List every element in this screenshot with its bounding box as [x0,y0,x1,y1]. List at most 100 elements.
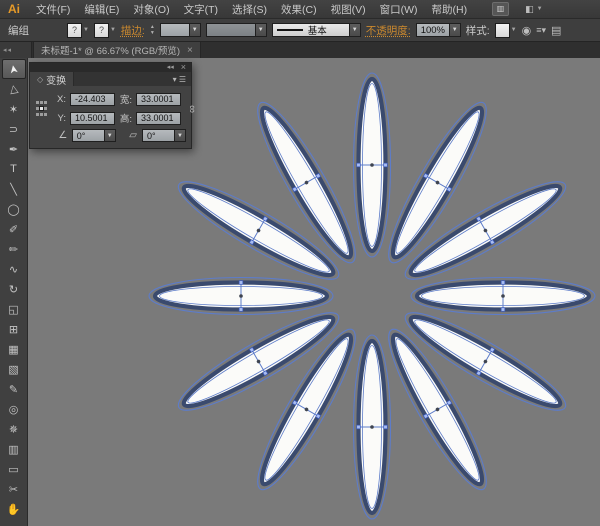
free-transform-tool[interactable]: ↻ [2,279,26,299]
menu-type[interactable]: 文字(T) [177,0,225,18]
rotate-angle-icon: ∠ [58,130,68,141]
menu-file[interactable]: 文件(F) [29,0,77,18]
opacity-panel-link[interactable]: 不透明度: [366,23,411,38]
chevron-down-icon[interactable]: ▼ [256,23,267,37]
menu-view[interactable]: 视图(V) [324,0,373,18]
petal[interactable] [149,278,333,315]
line-segment-tool[interactable]: ╲ [2,179,26,199]
petal[interactable] [354,335,391,519]
chevron-down-icon[interactable]: ▼ [350,23,361,37]
brush-stroke-preview [277,29,303,31]
opacity-dropdown[interactable]: 100% ▼ [416,23,461,37]
menu-effect[interactable]: 效果(C) [274,0,324,18]
chevron-down-icon: ▼ [511,27,517,33]
options-bar: 编组 ? ▼ ? ▼ 描边: ▲▼ ▼ ▼ 基本 ▼ 不透明度: 100% ▼ … [0,19,600,42]
eyedropper-tool[interactable]: ✎ [2,379,26,399]
mesh-tool[interactable]: ▦ [2,339,26,359]
tab-transform[interactable]: ◇ 变换 [30,72,74,86]
stroke-weight-dropdown[interactable]: ▼ [160,23,201,37]
fill-swatch[interactable]: ? [67,23,82,38]
lasso-tool[interactable]: ⊃ [2,119,26,139]
width-input[interactable]: 33.0001 [136,93,181,106]
style-swatch[interactable] [495,23,510,38]
menu-edit[interactable]: 编辑(E) [77,0,126,18]
constrain-proportions-icon[interactable]: ∞ [186,105,198,113]
shear-dropdown[interactable]: 0° ▼ [142,129,186,142]
brush-name: 基本 [308,23,327,37]
ellipse-tool[interactable]: ◯ [2,199,26,219]
shape-builder-tool[interactable]: ◱ [2,299,26,319]
magic-wand-tool[interactable]: ✶ [2,99,26,119]
app-logo: Ai [8,2,20,16]
chevron-down-icon: ▼ [110,27,116,33]
selection-tool[interactable]: ➤ [2,59,26,79]
chevron-down-icon: ▼ [537,6,543,12]
gradient-tool[interactable]: ▧ [2,359,26,379]
recolor-artwork-icon[interactable]: ◉ [522,24,532,37]
menu-window[interactable]: 窗口(W) [373,0,425,18]
document-title: 未标题-1* @ 66.67% (RGB/预览) [41,43,180,57]
symbol-sprayer-tool[interactable]: ✵ [2,419,26,439]
menu-object[interactable]: 对象(O) [126,0,176,18]
menu-help[interactable]: 帮助(H) [425,0,475,18]
opacity-value[interactable]: 100% [416,23,450,37]
shear-input[interactable]: 0° [142,129,175,142]
panel-collapse-icon[interactable]: ◂◂ [167,64,174,71]
shear-angle-icon: ▱ [128,130,138,141]
document-tab-bar: ◂◂ 未标题-1* @ 66.67% (RGB/预览) × [0,42,600,59]
paintbrush-tool[interactable]: ✐ [2,219,26,239]
hand-tool[interactable]: ✋ [2,499,26,519]
fill-color-control[interactable]: ? ▼ [67,23,89,38]
petal[interactable] [411,278,595,315]
panel-menu-icon[interactable]: ▾ ☰ [173,75,191,84]
appbar-icons: ▥ ◧ ▼ [492,2,542,16]
panel-tab-label: 变换 [46,72,66,87]
rotate-input[interactable]: 0° [72,129,105,142]
menu-items: 文件(F)编辑(E)对象(O)文字(T)选择(S)效果(C)视图(V)窗口(W)… [29,0,474,18]
bridge-icon[interactable]: ▥ [492,2,509,16]
x-input[interactable]: -24.403 [70,93,115,106]
canvas-area[interactable]: ◂◂ × ◇ 变换 ▾ ☰ X: -24.403 宽: 33.000 [28,58,600,526]
pen-tool[interactable]: ✒ [2,139,26,159]
pencil-tool[interactable]: ✏ [2,239,26,259]
type-tool[interactable]: T [2,159,26,179]
stroke-weight-value[interactable] [160,23,190,37]
toolbar-collapse-icon[interactable]: ◂◂ [0,42,32,58]
menu-select[interactable]: 选择(S) [225,0,274,18]
artboard-tool[interactable]: ▭ [2,459,26,479]
brush-definition-value[interactable]: 基本 [272,23,350,37]
blend-tool[interactable]: ◎ [2,399,26,419]
slice-tool[interactable]: ✂ [2,479,26,499]
document-tab[interactable]: 未标题-1* @ 66.67% (RGB/预览) × [33,42,201,58]
chevron-down-icon[interactable]: ▼ [105,129,116,142]
y-input[interactable]: 10.5001 [70,112,115,125]
menu-bar: Ai 文件(F)编辑(E)对象(O)文字(T)选择(S)效果(C)视图(V)窗口… [0,0,600,19]
panel-toggle-icon[interactable]: ▤ [551,24,561,37]
width-profile-value[interactable] [206,23,256,37]
height-input[interactable]: 33.0001 [136,112,181,125]
width-label: 宽: [119,92,132,106]
stroke-swatch[interactable]: ? [94,23,109,38]
width-tool[interactable]: ∿ [2,259,26,279]
style-label: 样式: [466,23,490,38]
chevron-down-icon[interactable]: ▼ [175,129,186,142]
stroke-panel-link[interactable]: 描边: [121,23,145,38]
align-options-icon[interactable]: ≡▾ [536,25,546,36]
rotate-dropdown[interactable]: 0° ▼ [72,129,116,142]
close-icon[interactable]: × [187,45,193,56]
context-label: 编组 [8,23,29,38]
workspace-switcher-icon[interactable]: ◧ ▼ [525,4,542,15]
chevron-down-icon[interactable]: ▼ [190,23,201,37]
stroke-weight-stepper[interactable]: ▲▼ [150,25,155,36]
brush-definition-dropdown[interactable]: 基本 ▼ [272,23,361,37]
graph-tool[interactable]: ▥ [2,439,26,459]
panel-close-icon[interactable]: × [181,64,186,71]
width-profile-dropdown[interactable]: ▼ [206,23,267,37]
chevron-down-icon[interactable]: ▼ [450,23,461,37]
style-swatch-dropdown[interactable]: ▼ [495,23,517,38]
petal[interactable] [354,73,391,257]
perspective-grid-tool[interactable]: ⊞ [2,319,26,339]
direct-selection-tool[interactable]: ▷ [2,79,26,99]
reference-point-locator[interactable] [36,100,47,117]
stroke-color-control[interactable]: ? ▼ [94,23,116,38]
